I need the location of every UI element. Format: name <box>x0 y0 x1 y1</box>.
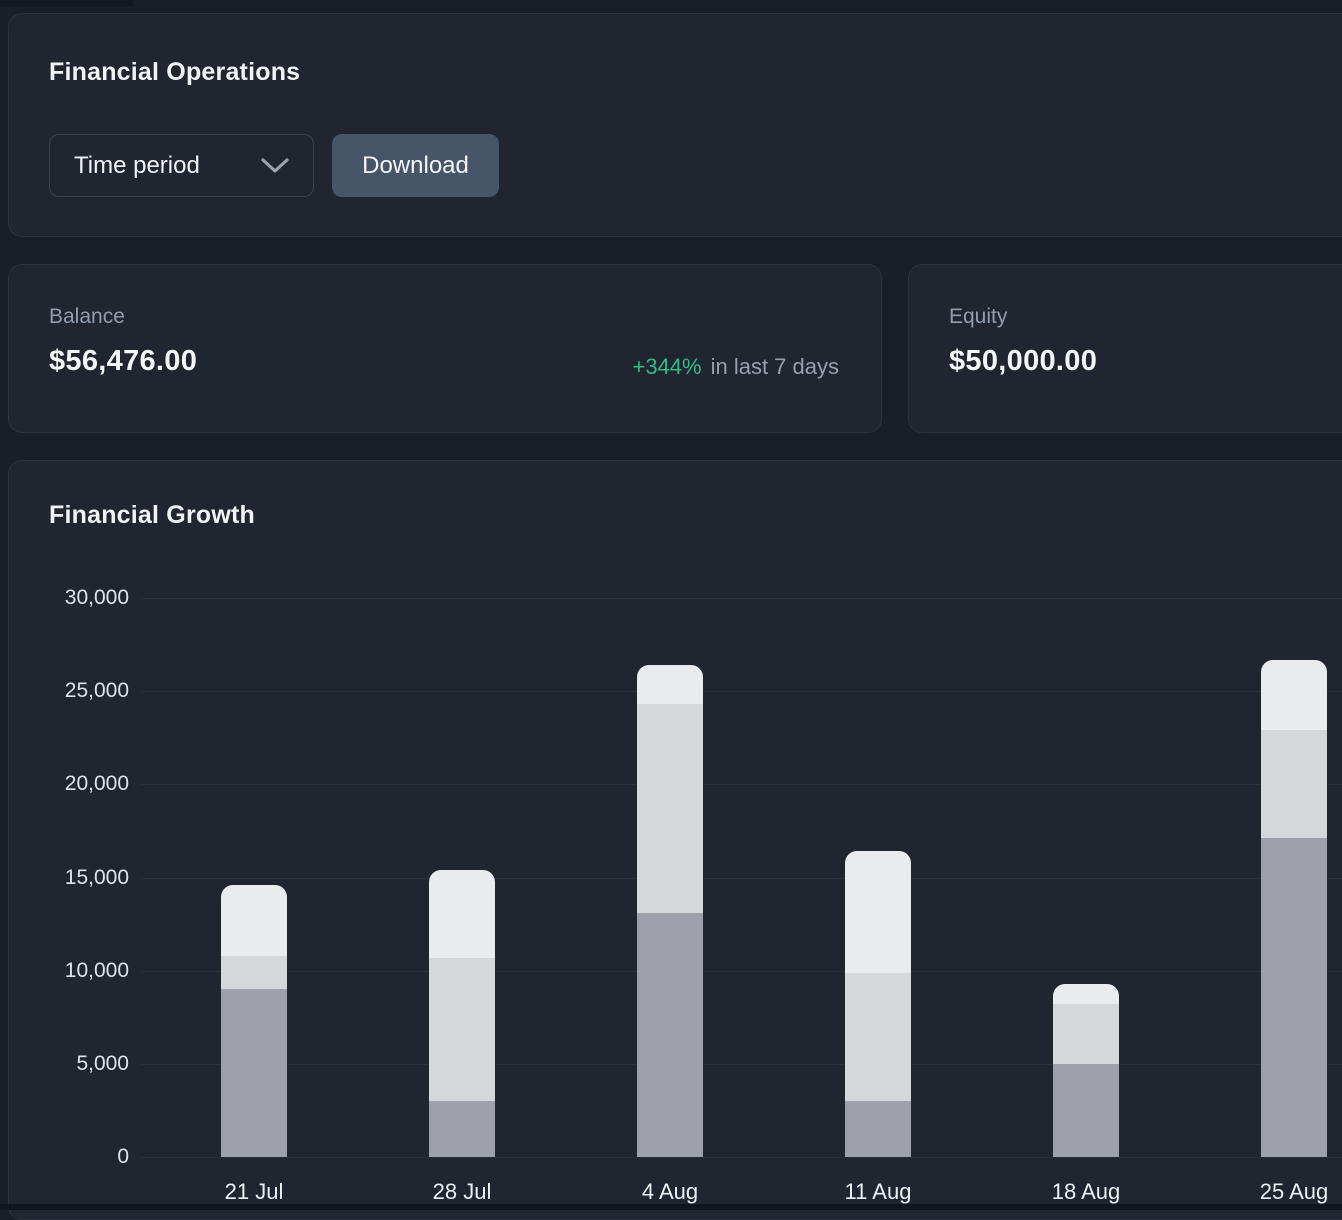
y-axis-tick: 10,000 <box>9 959 129 983</box>
time-period-select[interactable]: Time period <box>49 134 314 197</box>
y-axis-tick: 5,000 <box>9 1052 129 1076</box>
financial-operations-card: Financial Operations Time period Downloa… <box>8 13 1342 237</box>
bar-segment-bottom <box>429 1101 495 1157</box>
x-axis-label: 28 Jul <box>433 1179 492 1205</box>
bar-segment-top <box>221 885 287 956</box>
time-period-label: Time period <box>74 152 200 180</box>
bar-segment-middle <box>429 958 495 1101</box>
equity-card: Equity $50,000.00 <box>908 264 1342 433</box>
balance-label: Balance <box>49 305 125 329</box>
x-axis-label: 11 Aug <box>845 1179 912 1205</box>
bar-segment-bottom <box>1053 1064 1119 1157</box>
bar-segment-middle <box>1053 1004 1119 1064</box>
equity-label: Equity <box>949 305 1007 329</box>
gridline <box>141 1157 1342 1158</box>
balance-card: Balance $56,476.00 +344% in last 7 days <box>8 264 882 433</box>
chevron-down-icon <box>261 158 289 174</box>
balance-value: $56,476.00 <box>49 345 197 378</box>
bottom-edge <box>0 1204 1342 1210</box>
bar-segment-middle <box>637 704 703 913</box>
x-axis-label: 21 Jul <box>225 1179 284 1205</box>
bar-segment-middle <box>1261 730 1327 838</box>
balance-change-percent: +344% <box>632 354 701 379</box>
bar-4-aug[interactable] <box>637 665 703 1157</box>
bar-21-jul[interactable] <box>221 885 287 1157</box>
bar-25-aug[interactable] <box>1261 660 1327 1157</box>
gridline <box>141 1064 1342 1065</box>
equity-value: $50,000.00 <box>949 345 1097 378</box>
financial-growth-card: Financial Growth 0 5,000 10,000 15,000 20,00… <box>8 460 1342 1220</box>
bar-segment-bottom <box>637 913 703 1157</box>
y-axis-tick: 30,000 <box>9 586 129 610</box>
bar-segment-top <box>845 851 911 972</box>
bar-segment-bottom <box>845 1101 911 1157</box>
download-button[interactable]: Download <box>332 134 499 197</box>
bar-segment-middle <box>845 973 911 1102</box>
y-axis-tick: 20,000 <box>9 772 129 796</box>
x-axis-label: 4 Aug <box>642 1179 698 1205</box>
gridline <box>141 691 1342 692</box>
y-axis-tick: 0 <box>9 1145 129 1169</box>
top-edge-artifact <box>0 0 133 7</box>
bar-segment-top <box>637 665 703 704</box>
gridline <box>141 784 1342 785</box>
bar-segment-middle <box>221 956 287 990</box>
gridline <box>141 598 1342 599</box>
bar-segment-top <box>1053 984 1119 1004</box>
x-axis-label: 18 Aug <box>1052 1179 1121 1205</box>
y-axis-tick: 15,000 <box>9 866 129 890</box>
bar-segment-bottom <box>221 989 287 1157</box>
bar-28-jul[interactable] <box>429 870 495 1157</box>
bar-segment-top <box>1261 660 1327 731</box>
x-axis-label: 25 Aug <box>1260 1179 1329 1205</box>
bar-segment-bottom <box>1261 838 1327 1157</box>
bar-18-aug[interactable] <box>1053 984 1119 1157</box>
financial-growth-chart: 05,00010,00015,00020,00025,00030,00021 J… <box>9 598 1342 1157</box>
page-title: Financial Operations <box>49 58 300 87</box>
y-axis-tick: 25,000 <box>9 679 129 703</box>
balance-change-caption: in last 7 days <box>711 354 839 379</box>
chart-title: Financial Growth <box>49 501 255 530</box>
balance-change: +344% in last 7 days <box>632 354 839 380</box>
gridline <box>141 971 1342 972</box>
bar-segment-top <box>429 870 495 958</box>
bar-11-aug[interactable] <box>845 851 911 1157</box>
gridline <box>141 878 1342 879</box>
